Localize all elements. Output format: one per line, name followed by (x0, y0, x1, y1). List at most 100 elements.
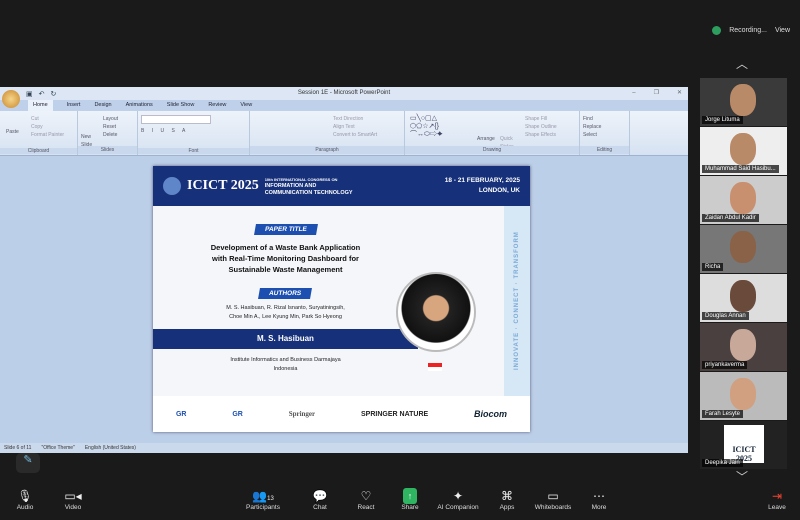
indonesia-flag-icon (428, 363, 442, 371)
save-icon[interactable]: ▣ (26, 88, 33, 101)
authors-label: AUTHORS (258, 288, 313, 299)
recording-status[interactable]: Recording... (729, 27, 767, 34)
brand-title: ICICT 2025 (187, 178, 259, 193)
tab-animations[interactable]: Animations (126, 100, 153, 111)
sparkle-icon: ✦ (452, 489, 464, 503)
find-button[interactable]: Find (583, 115, 626, 123)
tagline-vertical: INNOVATE · CONNECT · TRANSFORM (504, 206, 530, 396)
slide-editing-area[interactable]: ICICT 2025 10th INTERNATIONAL CONGRESS O… (0, 156, 688, 443)
icict-logo-icon (163, 177, 181, 195)
slide-header: ICICT 2025 10th INTERNATIONAL CONGRESS O… (153, 166, 530, 206)
tab-insert[interactable]: Insert (67, 100, 81, 111)
minimize-button[interactable]: – (632, 87, 635, 100)
authors-list: M. S. Hasibuan, R. Rizal Isnanto, Suryat… (226, 305, 345, 320)
cut-button[interactable]: Cut (31, 115, 74, 123)
conference-dates: 18 - 21 FEBRUARY, 2025 LONDON, UK (444, 177, 520, 194)
sponsor-logo: GR (175, 410, 187, 418)
apps-icon: ⌘ (501, 489, 513, 503)
theme-name: "Office Theme" (41, 445, 75, 451)
undo-icon[interactable]: ↶ (39, 88, 45, 101)
paste-button[interactable]: Paste (6, 129, 19, 135)
format-painter-button[interactable]: Format Painter (31, 131, 74, 139)
video-button[interactable]: ▭◂ Video (48, 488, 98, 511)
drawing-group: ▭╲○▢△⬡⬠☆↗{}⌒↔⬭⇨✦ Arrange Quick Styles Sh… (405, 111, 580, 155)
group-label: Drawing (405, 146, 579, 154)
ai-companion-button[interactable]: ✦ AI Companion (433, 488, 483, 511)
whiteboards-button[interactable]: ▭ Whiteboards (528, 488, 578, 511)
restore-button[interactable]: ❐ (654, 87, 659, 100)
layout-button[interactable]: Layout (103, 115, 134, 123)
presenter-name: M. S. Hasibuan (153, 329, 418, 349)
reset-button[interactable]: Reset (103, 123, 134, 131)
sponsor-logos: GR GR Springer SPRINGER NATURE Biocom (153, 396, 530, 432)
tab-home[interactable]: Home (28, 100, 53, 111)
annotate-pencil-icon[interactable]: ✎ (16, 453, 40, 473)
font-format-buttons[interactable]: B I U S A (141, 128, 246, 134)
participant-tile[interactable]: Farah Lesyte (700, 372, 787, 420)
group-label: Clipboard (0, 148, 77, 154)
share-icon: ↑ (403, 488, 417, 504)
view-button[interactable]: View (775, 27, 790, 34)
status-bar: Slide 6 of 11 "Office Theme" English (Un… (0, 443, 688, 453)
participant-tile[interactable]: ICICT 2025 Deepika Jain (700, 421, 787, 469)
more-button[interactable]: ⋯ More (574, 488, 624, 511)
chat-button[interactable]: 💬 Chat (295, 488, 345, 511)
arrange-button[interactable]: Arrange (477, 135, 495, 143)
participants-gallery: Jorge Lituma Muhammad Said Hasibu... Zai… (700, 78, 787, 470)
participant-tile[interactable]: Douglas Annan (700, 274, 787, 322)
participant-tile[interactable]: Jorge Lituma (700, 78, 787, 126)
office-button[interactable] (2, 90, 20, 108)
paragraph-group: Text Direction Align Text Convert to Smart… (250, 111, 405, 155)
tab-view[interactable]: View (240, 100, 252, 111)
audio-button[interactable]: 🎙 Audio (0, 488, 50, 511)
close-button[interactable]: ✕ (677, 87, 682, 100)
whiteboard-icon: ▭ (547, 489, 559, 503)
text-direction-button[interactable]: Text Direction (333, 115, 401, 123)
replace-button[interactable]: Replace (583, 123, 626, 131)
slide[interactable]: ICICT 2025 10th INTERNATIONAL CONGRESS O… (153, 166, 530, 432)
select-button[interactable]: Select (583, 131, 626, 139)
share-button[interactable]: ↑ Share (385, 488, 435, 511)
mic-icon: 🎙 (17, 489, 33, 503)
affiliation: Institute Informatics and Business Darma… (230, 357, 341, 372)
participant-tile[interactable]: priyankaverma (700, 323, 787, 371)
smartart-button[interactable]: Convert to SmartArt (333, 131, 401, 139)
language[interactable]: English (United States) (85, 443, 136, 453)
shape-outline-button[interactable]: Shape Outline (525, 123, 557, 131)
shape-effects-button[interactable]: Shape Effects (525, 131, 557, 139)
sponsor-logo: Biocom (474, 409, 508, 419)
participants-button[interactable]: 👥13 Participants (238, 488, 288, 511)
slide-counter: Slide 6 of 11 (4, 445, 32, 451)
scroll-down-chevron-icon[interactable]: ﹀ (736, 468, 748, 485)
shapes-gallery[interactable]: ▭╲○▢△ ⬡⬠☆↗{} ⌒↔⬭⇨✦ (410, 115, 443, 139)
tab-slide-show[interactable]: Slide Show (167, 100, 195, 111)
redo-icon[interactable]: ↻ (51, 88, 57, 101)
tab-review[interactable]: Review (208, 100, 226, 111)
participant-tile[interactable]: Zaidan Abdul Kadir (700, 176, 787, 224)
react-button[interactable]: ♡ React (341, 488, 391, 511)
font-name-select[interactable] (141, 115, 211, 124)
clipboard-group: Paste Cut Copy Format Painter Clipboard (0, 111, 78, 155)
powerpoint-window: ▣ ↶ ↻ Session 1E - Microsoft PowerPoint – ❐… (0, 87, 688, 453)
meeting-toolbar: 🎙 Audio ▭◂ Video 👥13 Participants 💬 Chat ♡ Re… (0, 484, 800, 520)
participant-tile[interactable]: Muhammad Said Hasibu... (700, 127, 787, 175)
tab-design[interactable]: Design (94, 100, 111, 111)
apps-button[interactable]: ⌘ Apps (482, 488, 532, 511)
title-bar: ▣ ↶ ↻ Session 1E - Microsoft PowerPoint – ❐… (0, 87, 688, 100)
group-label: Paragraph (250, 146, 404, 154)
shape-fill-button[interactable]: Shape Fill (525, 115, 557, 123)
participant-tile[interactable]: Richa (700, 225, 787, 273)
group-label: Slides (78, 146, 137, 154)
leave-button[interactable]: ⇥ Leave (752, 488, 800, 511)
group-label: Font (138, 148, 249, 154)
scroll-up-chevron-icon[interactable]: ︿ (736, 55, 748, 72)
sponsor-logo: GR (232, 410, 243, 418)
align-text-button[interactable]: Align Text (333, 123, 401, 131)
shield-icon (712, 26, 722, 35)
paper-title-label: PAPER TITLE (253, 224, 318, 235)
video-icon: ▭◂ (64, 489, 82, 503)
delete-button[interactable]: Delete (103, 131, 134, 139)
leave-icon: ⇥ (771, 489, 783, 503)
copy-button[interactable]: Copy (31, 123, 74, 131)
ribbon-tabs: Home Insert Design Animations Slide Show… (0, 100, 688, 111)
